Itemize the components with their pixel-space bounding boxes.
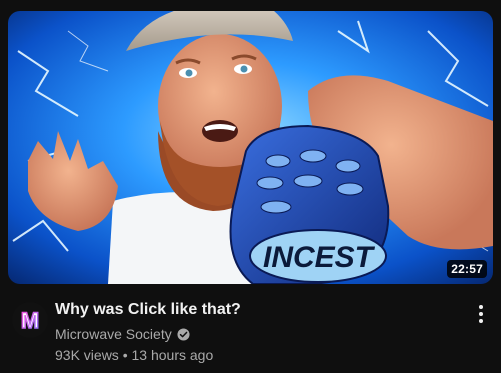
menu-dot xyxy=(479,319,483,323)
menu-dot xyxy=(479,305,483,309)
stats-separator: • xyxy=(122,347,128,363)
video-card[interactable]: INCEST 22:57 M Why was Click like that? … xyxy=(0,0,501,373)
video-details: M Why was Click like that? Microwave Soc… xyxy=(8,296,493,368)
verified-check-icon xyxy=(177,327,190,341)
more-vert-icon[interactable] xyxy=(469,300,493,328)
channel-logo-icon: M xyxy=(20,307,40,334)
video-title[interactable]: Why was Click like that? xyxy=(55,300,455,320)
thumbnail-caption: INCEST xyxy=(263,241,376,274)
avatar-letter: M xyxy=(21,308,39,333)
thumbnail-image: INCEST xyxy=(8,11,493,284)
duration-badge: 22:57 xyxy=(447,260,487,278)
upload-age: 13 hours ago xyxy=(131,347,214,363)
channel-row: Microwave Society xyxy=(55,324,190,344)
channel-name[interactable]: Microwave Society xyxy=(55,324,172,344)
video-stats: 93K views • 13 hours ago xyxy=(55,345,213,365)
view-count: 93K views xyxy=(55,347,119,363)
channel-avatar[interactable]: M xyxy=(12,302,48,338)
video-thumbnail[interactable]: INCEST 22:57 xyxy=(8,11,493,284)
menu-dot xyxy=(479,312,483,316)
